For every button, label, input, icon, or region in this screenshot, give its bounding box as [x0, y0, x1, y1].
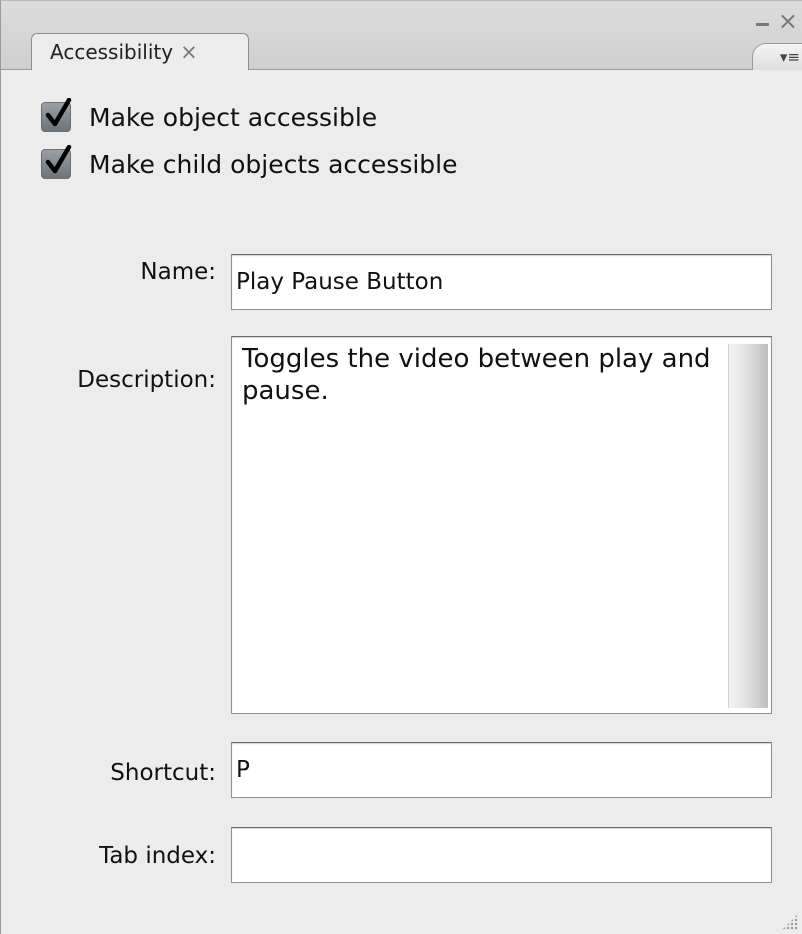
- tab-label: Accessibility: [50, 40, 174, 64]
- shortcut-label: Shortcut:: [110, 760, 216, 786]
- tab-close-icon[interactable]: ×: [180, 41, 198, 63]
- panel-menu-icon[interactable]: ▾≡: [752, 43, 802, 70]
- make-child-objects-accessible-row[interactable]: Make child objects accessible: [41, 145, 458, 179]
- make-object-accessible-checkbox[interactable]: [41, 98, 72, 132]
- tab-index-field[interactable]: [231, 827, 772, 883]
- resize-grip-icon[interactable]: [782, 914, 798, 930]
- description-scrollbar[interactable]: [728, 344, 768, 708]
- make-object-accessible-row[interactable]: Make object accessible: [41, 98, 378, 132]
- make-child-objects-accessible-checkbox[interactable]: [41, 145, 72, 179]
- name-field[interactable]: [231, 254, 772, 310]
- make-child-objects-accessible-label: Make child objects accessible: [89, 149, 458, 179]
- name-label: Name:: [140, 259, 216, 285]
- shortcut-field[interactable]: [231, 742, 772, 798]
- accessibility-panel: Accessibility × × ▾≡ Make object accessi…: [0, 0, 802, 934]
- make-object-accessible-label: Make object accessible: [89, 102, 378, 132]
- tab-index-label: Tab index:: [99, 843, 216, 869]
- close-icon[interactable]: ×: [778, 9, 798, 33]
- description-field[interactable]: Toggles the video between play and pause…: [231, 336, 772, 714]
- checkmark-icon: [45, 145, 72, 174]
- checkmark-icon: [45, 98, 72, 127]
- description-label: Description:: [77, 367, 216, 393]
- minimize-icon[interactable]: [756, 23, 769, 26]
- tab-accessibility[interactable]: Accessibility ×: [31, 33, 249, 70]
